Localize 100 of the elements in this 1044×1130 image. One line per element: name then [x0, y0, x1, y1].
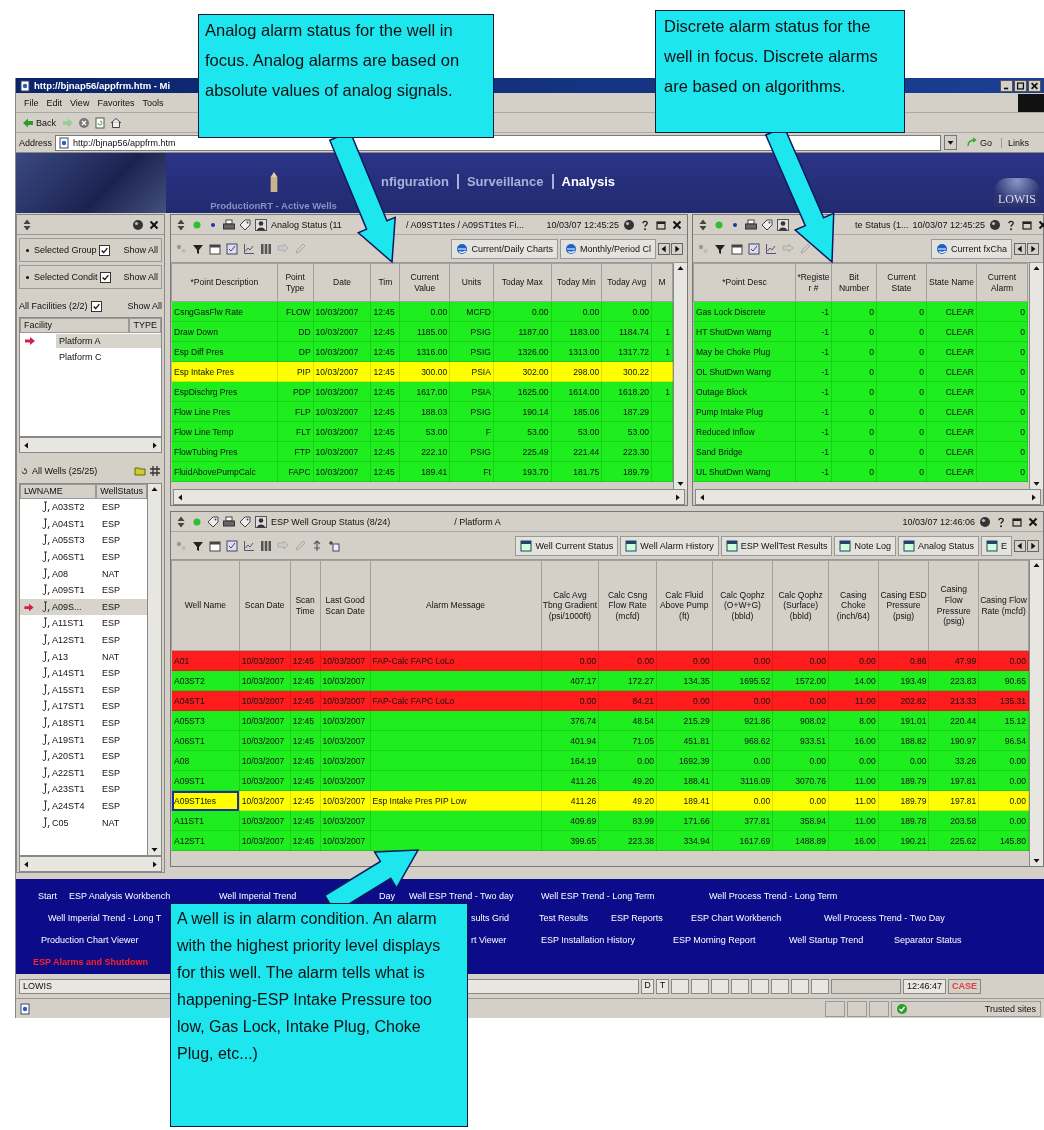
upload-icon[interactable]	[311, 539, 323, 552]
toolbar-tab[interactable]: Note Log	[834, 535, 896, 556]
toolbar-tab[interactable]: Current/Daily Charts	[451, 238, 558, 259]
column-header[interactable]: WellStatus	[96, 484, 147, 499]
column-header[interactable]: Current State	[876, 263, 927, 302]
horizontal-scrollbar[interactable]	[173, 489, 685, 505]
column-header[interactable]: Well Name	[171, 560, 240, 651]
scroll-right-icon[interactable]	[671, 242, 683, 255]
column-header[interactable]: Today Min	[551, 263, 602, 302]
window-icon[interactable]	[209, 539, 221, 552]
well-list-row[interactable]: A03ST2 ESP	[20, 499, 147, 516]
close-icon[interactable]	[671, 218, 683, 231]
sort-arrows-icon[interactable]	[175, 218, 187, 231]
checkbox[interactable]	[90, 300, 102, 312]
well-list-row[interactable]: A12ST1 ESP	[20, 631, 147, 649]
filter-icon[interactable]	[714, 242, 726, 255]
column-header[interactable]: Casing Choke (inch/64)	[828, 560, 879, 651]
column-header[interactable]: *Point Desc	[693, 263, 796, 302]
sort-arrows-icon[interactable]	[697, 218, 709, 231]
well-list-row[interactable]: A11ST1 ESP	[20, 615, 147, 632]
vertical-scrollbar[interactable]	[1029, 263, 1043, 489]
nav-link[interactable]: Well Imperial Trend - Long T	[48, 913, 162, 923]
horizontal-scrollbar[interactable]	[695, 489, 1041, 505]
nav-link[interactable]: Well Imperial Trend	[219, 891, 297, 901]
column-header[interactable]: State Name	[926, 263, 977, 302]
grid-icon[interactable]	[149, 465, 161, 477]
filter-icon[interactable]	[192, 242, 204, 255]
links-button[interactable]: Links	[1001, 137, 1041, 148]
nav-link[interactable]: Well Process Trend - Two Day	[824, 913, 945, 923]
well-list-row[interactable]: A04ST1 ESP	[20, 515, 147, 533]
well-list-row[interactable]: A23ST1 ESP	[20, 781, 147, 798]
nav-link[interactable]: rt Viewer	[471, 935, 507, 945]
dropdown-button[interactable]	[943, 135, 957, 150]
column-header[interactable]: Date	[313, 263, 371, 302]
close-icon[interactable]	[1028, 79, 1041, 92]
well-list-row[interactable]: A09ST1 ESP	[20, 581, 147, 599]
menu-item[interactable]: View	[66, 97, 94, 108]
column-header[interactable]: Calc Qophz (O+W+G) (bbld)	[712, 560, 773, 651]
well-list-row[interactable]: A20ST1 ESP	[20, 747, 147, 765]
pencil-icon[interactable]	[799, 242, 811, 255]
user-icon[interactable]	[777, 218, 789, 231]
go-button[interactable]: Go	[959, 136, 998, 149]
column-header[interactable]: *Register #	[795, 263, 832, 302]
scroll-left-icon[interactable]	[658, 242, 670, 255]
well-list-row[interactable]: A13 NAT	[20, 648, 147, 665]
refresh-icon[interactable]	[20, 466, 29, 476]
column-header[interactable]: LWNAME	[20, 484, 97, 499]
column-header[interactable]: Today Max	[493, 263, 552, 302]
add-icon[interactable]	[328, 539, 340, 552]
chart-icon[interactable]	[243, 242, 255, 255]
checklist-icon[interactable]	[748, 242, 760, 255]
user-icon[interactable]	[255, 218, 267, 231]
column-header[interactable]: Today Avg	[601, 263, 652, 302]
sort-arrows-icon[interactable]	[175, 515, 187, 528]
printer-icon[interactable]	[745, 218, 757, 231]
horizontal-scrollbar[interactable]	[19, 437, 162, 453]
column-header[interactable]: Current Alarm	[976, 263, 1028, 302]
nav-link[interactable]: ESP Morning Report	[673, 935, 756, 945]
well-list-row[interactable]: A17ST1 ESP	[20, 698, 147, 715]
menu-item[interactable]: Favorites	[93, 97, 139, 108]
tag-icon[interactable]	[207, 515, 219, 528]
menu-item[interactable]: Edit	[42, 97, 67, 108]
nav-tab[interactable]: Surveillance	[456, 173, 552, 189]
nav-tab[interactable]: Analysis	[551, 173, 623, 189]
toolbar-tab[interactable]: Monthly/Period Cl	[559, 238, 656, 259]
tag-icon[interactable]	[761, 218, 773, 231]
close-icon[interactable]	[148, 218, 160, 231]
well-list-row[interactable]: C05 NAT	[20, 814, 147, 831]
printer-icon[interactable]	[223, 218, 235, 231]
horizontal-scrollbar[interactable]	[19, 856, 162, 872]
checkbox[interactable]	[98, 244, 110, 256]
column-header[interactable]: TYPE	[129, 318, 161, 333]
column-header[interactable]: Scan Date	[239, 560, 291, 651]
nav-link[interactable]: ESP Reports	[611, 913, 663, 923]
column-header[interactable]: Casing Flow Rate (mcfd)	[978, 560, 1029, 651]
column-header[interactable]: Scan Time	[290, 560, 321, 651]
vertical-scrollbar[interactable]	[147, 484, 161, 855]
toolbar-tab[interactable]: Well Alarm History	[620, 535, 719, 556]
facility-item[interactable]: Platform A	[56, 334, 161, 348]
window-icon[interactable]	[209, 242, 221, 255]
toolbar-tab[interactable]: ESP WellTest Results	[720, 535, 833, 556]
columns-icon[interactable]	[260, 539, 272, 552]
nav-link[interactable]: Well ESP Trend - Long Term	[541, 891, 655, 901]
column-header[interactable]: Facility	[20, 318, 130, 333]
window-icon[interactable]	[731, 242, 743, 255]
printer-icon[interactable]	[223, 515, 235, 528]
pin-icon[interactable]	[989, 218, 1002, 231]
well-list-row[interactable]: A06ST1 ESP	[20, 548, 147, 566]
nav-link[interactable]: Test Results	[539, 913, 589, 923]
maximize-icon[interactable]	[1014, 79, 1027, 92]
filter-icon[interactable]	[192, 539, 204, 552]
checklist-icon[interactable]	[226, 242, 238, 255]
nav-link[interactable]: ESP Alarms and Shutdown	[33, 957, 149, 967]
facility-item[interactable]: Platform C	[56, 350, 161, 364]
column-header[interactable]: Calc Csng Flow Rate (mcfd)	[598, 560, 657, 651]
nav-link[interactable]: sults Grid	[471, 913, 509, 923]
column-header[interactable]: Casing ESD Pressure (psig)	[878, 560, 929, 651]
column-header[interactable]: Calc Qophz (Surface) (bbld)	[772, 560, 829, 651]
restore-icon[interactable]	[1011, 515, 1023, 528]
column-header[interactable]: Alarm Message	[370, 560, 542, 651]
